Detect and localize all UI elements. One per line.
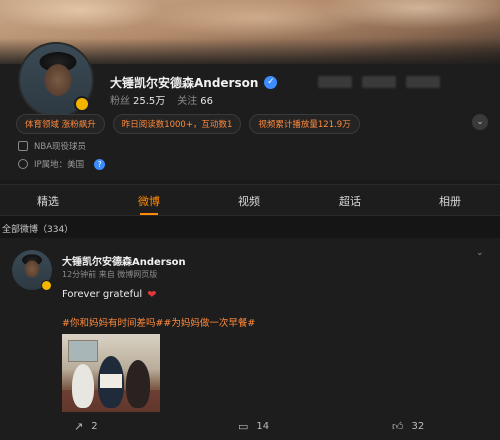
comment-icon: ▭ — [238, 420, 249, 433]
fans-count: 25.5万 — [133, 96, 166, 107]
tag-sports[interactable]: 体育领域 涨粉飙升 — [16, 114, 105, 134]
fans-stat[interactable]: 粉丝 25.5万 — [110, 92, 165, 107]
tag-video-views[interactable]: 视频累计播放量121.9万 — [249, 114, 360, 134]
repost-icon: ↗ — [74, 420, 84, 433]
post-text-row: Forever grateful ❤ — [62, 288, 156, 301]
active-tab-indicator — [140, 213, 158, 215]
profile-stats: 粉丝 25.5万 关注 66 — [110, 92, 213, 107]
profile-tabs: 精选 微博 视频 超话 相册 — [0, 184, 500, 216]
post-actions: ↗ 2 ▭ 14 👍︎ 32 — [0, 416, 500, 440]
post-meta: 12分钟前 来自 微博网页版 — [62, 270, 158, 279]
profile-tags: 体育领域 涨粉飙升 昨日阅读数1000+，互动数1 视频累计播放量121.9万 — [16, 114, 360, 134]
ip-location-row: IP属地：美国 ? — [18, 158, 106, 170]
following-stat[interactable]: 关注 66 — [177, 92, 213, 107]
profile-description: NBA现役球员 — [34, 142, 87, 152]
profile-description-row: NBA现役球员 — [18, 140, 86, 152]
post-photo[interactable] — [62, 334, 160, 412]
ip-location: IP属地：美国 — [34, 160, 85, 170]
profile-name: 大锤凯尔安德森Anderson — [110, 76, 259, 90]
location-icon — [18, 159, 28, 169]
tab-weibo[interactable]: 微博 — [138, 193, 160, 209]
post-author[interactable]: 大锤凯尔安德森Anderson — [62, 253, 186, 268]
post-menu-chevron-icon[interactable]: ⌄ — [476, 248, 484, 258]
thumbs-up-icon: 👍︎ — [392, 420, 404, 433]
shield-icon — [18, 141, 28, 151]
tab-supertopic[interactable]: 超话 — [339, 193, 361, 209]
post-hashtags[interactable]: #你和妈妈有时间差吗##为妈妈做一次早餐# — [62, 315, 255, 329]
verified-icon: ✓ — [264, 76, 278, 89]
fans-label: 粉丝 — [110, 96, 130, 107]
feed-count: 全部微博（334） — [0, 216, 500, 238]
post-card: 大锤凯尔安德森Anderson 12分钟前 来自 微博网页版 ⌄ Forever… — [0, 238, 500, 440]
tab-featured[interactable]: 精选 — [37, 193, 59, 209]
like-button[interactable]: 👍︎ 32 — [392, 420, 424, 433]
tag-reads[interactable]: 昨日阅读数1000+，互动数1 — [112, 114, 242, 134]
heart-icon: ❤ — [147, 288, 157, 301]
following-count: 66 — [200, 96, 213, 107]
like-count: 32 — [411, 421, 425, 432]
comment-button[interactable]: ▭ 14 — [238, 420, 269, 433]
repost-button[interactable]: ↗ 2 — [74, 420, 98, 433]
post-text: Forever grateful — [62, 289, 143, 300]
following-label: 关注 — [177, 96, 198, 107]
profile-name-row: 大锤凯尔安德森Anderson ✓ — [110, 74, 278, 91]
blurred-info — [318, 76, 440, 88]
expand-button[interactable]: ⌄ — [472, 114, 488, 130]
tab-video[interactable]: 视频 — [238, 193, 260, 209]
avatar-badge-icon — [74, 96, 90, 112]
tab-album[interactable]: 相册 — [439, 193, 461, 209]
chevron-down-icon: ⌄ — [476, 117, 484, 127]
comment-count: 14 — [256, 421, 270, 432]
help-icon[interactable]: ? — [94, 158, 106, 170]
post-avatar-badge-icon — [41, 280, 52, 291]
repost-count: 2 — [91, 421, 98, 432]
